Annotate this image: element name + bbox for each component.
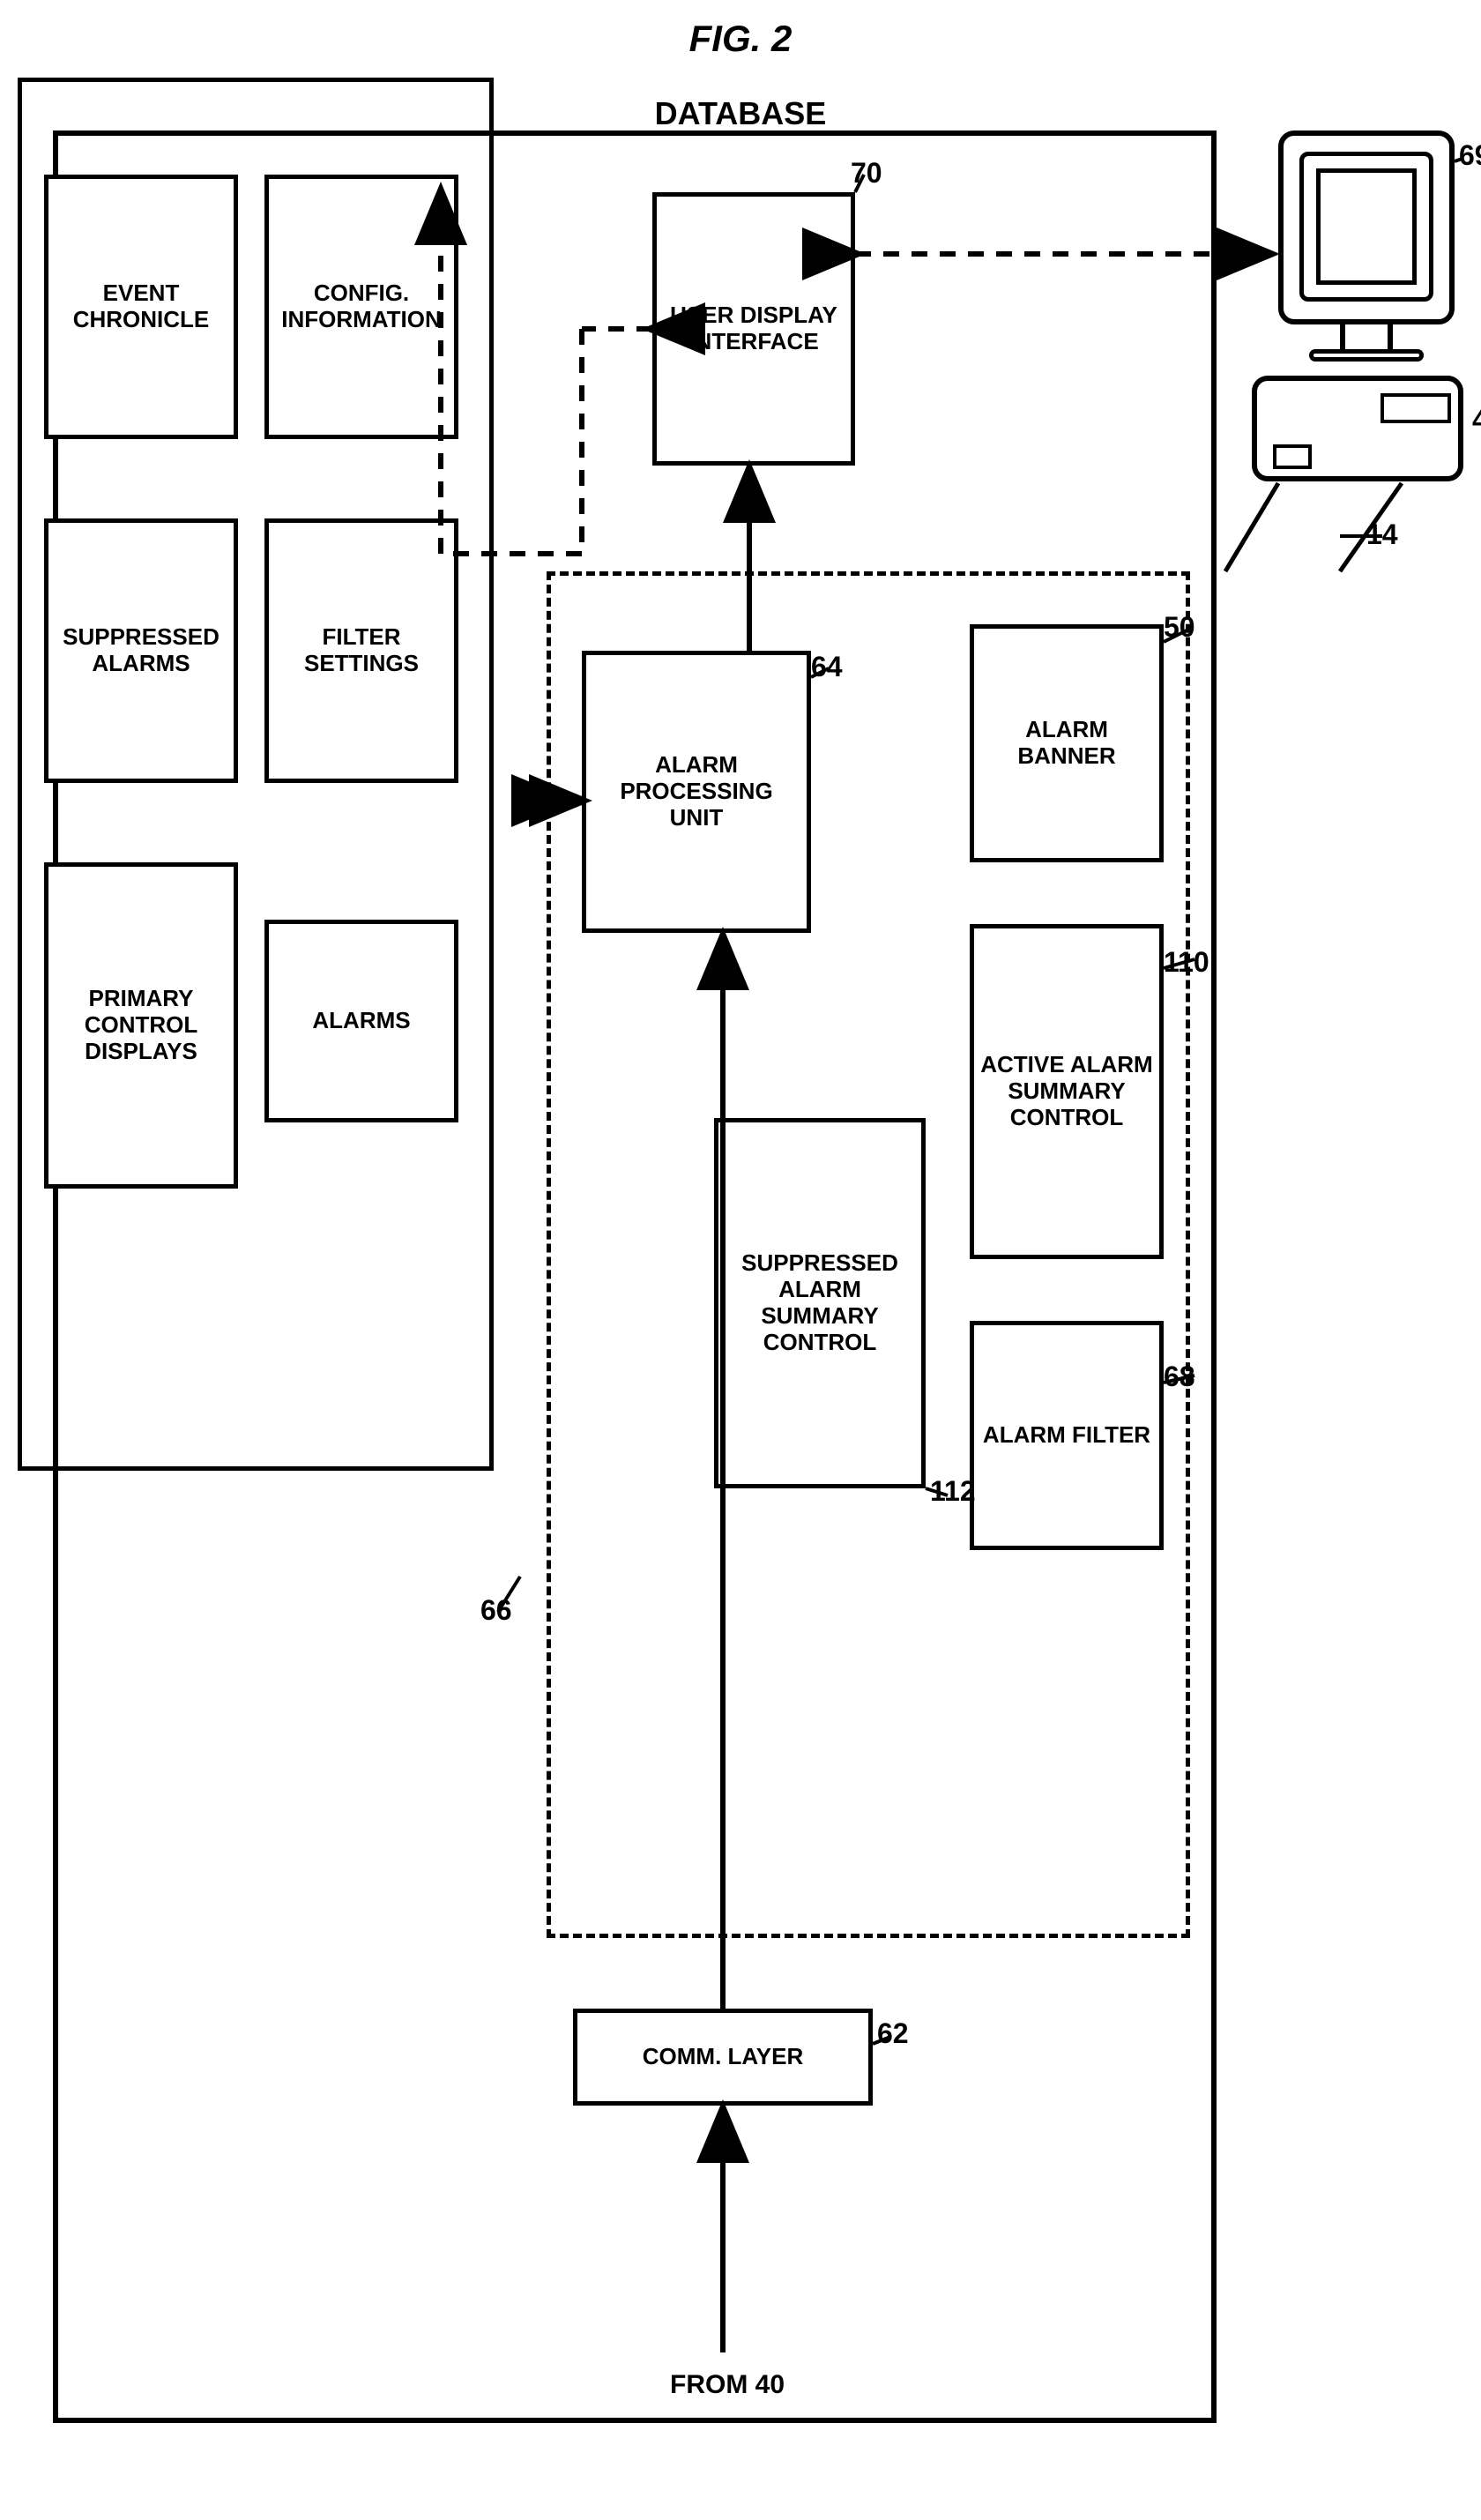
- ref-70: 70: [851, 157, 882, 190]
- ref-69: 69: [1459, 139, 1481, 172]
- ref-64: 64: [811, 651, 843, 683]
- ref-14: 14: [1366, 518, 1398, 551]
- alarm-filter: ALARM FILTER: [970, 1321, 1164, 1550]
- db-config-info: CONFIG. INFORMATION: [264, 175, 458, 439]
- ref-40: 40: [1472, 404, 1481, 436]
- ref-62: 62: [877, 2017, 909, 2050]
- pc-icon: [1252, 376, 1463, 481]
- diagram-canvas: DATABASE EVENT CHRONICLE CONFIG. INFORMA…: [18, 78, 1463, 2458]
- alarm-banner: ALARM BANNER: [970, 624, 1164, 862]
- db-filter-settings: FILTER SETTINGS: [264, 518, 458, 783]
- figure-title: FIG. 2: [18, 18, 1463, 60]
- db-primary-control-displays: PRIMARY CONTROL DISPLAYS: [44, 862, 238, 1189]
- alarm-processing-unit: ALARM PROCESSING UNIT: [582, 651, 811, 933]
- ref-66: 66: [480, 1594, 512, 1627]
- user-display-interface: USER DISPLAY INTERFACE: [652, 192, 855, 466]
- database-title: DATABASE: [18, 95, 1463, 132]
- db-suppressed-alarms: SUPPRESSED ALARMS: [44, 518, 238, 783]
- db-event-chronicle: EVENT CHRONICLE: [44, 175, 238, 439]
- suppressed-alarm-summary-control: SUPPRESSED ALARM SUMMARY CONTROL: [714, 1118, 926, 1488]
- ref-112: 112: [930, 1475, 976, 1508]
- ref-68: 68: [1164, 1361, 1195, 1393]
- ref-110: 110: [1164, 946, 1209, 979]
- comm-layer: COMM. LAYER: [573, 2009, 873, 2106]
- monitor-icon: [1278, 130, 1455, 360]
- from-40-label: FROM 40: [670, 2370, 785, 2400]
- db-alarms: ALARMS: [264, 920, 458, 1122]
- ref-50: 50: [1164, 611, 1195, 644]
- active-alarm-summary-control: ACTIVE ALARM SUMMARY CONTROL: [970, 924, 1164, 1259]
